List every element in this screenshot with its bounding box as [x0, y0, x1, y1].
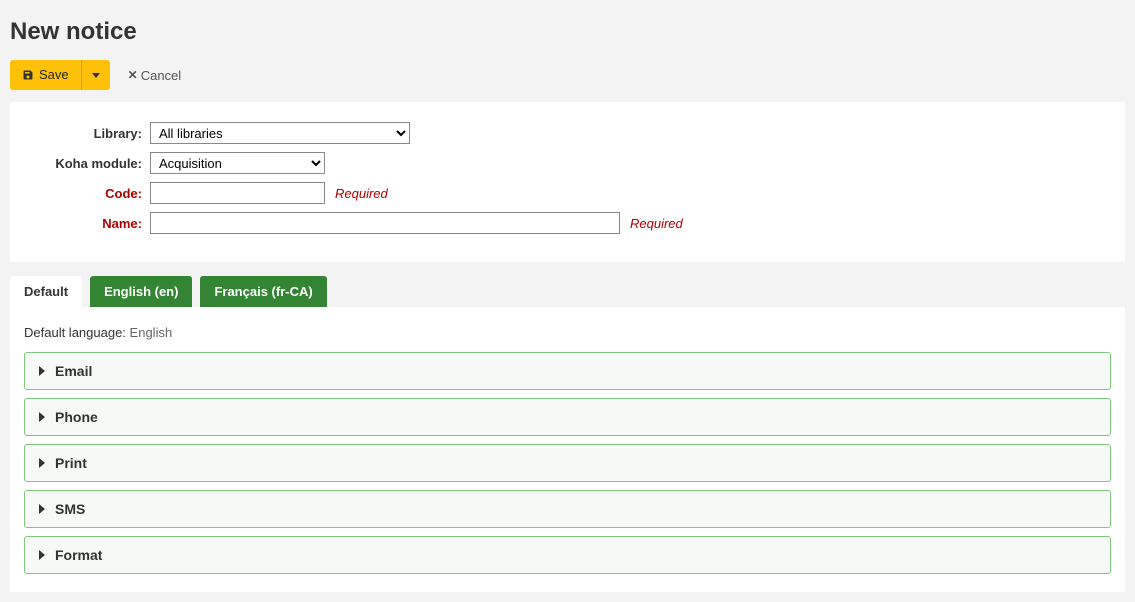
- code-required-text: Required: [335, 186, 388, 201]
- save-button-group: Save: [10, 60, 110, 90]
- name-required-text: Required: [630, 216, 683, 231]
- default-language-value: English: [130, 325, 173, 340]
- caret-right-icon: [39, 412, 45, 422]
- default-language-line: Default language: English: [24, 325, 1111, 340]
- tab-default[interactable]: Default: [10, 276, 82, 307]
- close-icon: ✕: [128, 68, 138, 82]
- save-dropdown-toggle[interactable]: [81, 60, 110, 90]
- save-button-label: Save: [39, 66, 69, 84]
- cancel-button-label: Cancel: [141, 68, 181, 83]
- save-button[interactable]: Save: [10, 60, 81, 90]
- section-title: Print: [55, 455, 87, 471]
- tab-english[interactable]: English (en): [90, 276, 192, 307]
- default-language-label: Default language:: [24, 325, 126, 340]
- section-email[interactable]: Email: [24, 352, 1111, 390]
- code-label: Code:: [30, 186, 150, 201]
- library-label: Library:: [30, 126, 150, 141]
- cancel-button[interactable]: ✕ Cancel: [120, 62, 190, 89]
- page-title: New notice: [10, 18, 1125, 46]
- section-print[interactable]: Print: [24, 444, 1111, 482]
- caret-right-icon: [39, 458, 45, 468]
- section-sms[interactable]: SMS: [24, 490, 1111, 528]
- section-title: SMS: [55, 501, 85, 517]
- library-select[interactable]: All libraries: [150, 122, 410, 144]
- caret-right-icon: [39, 366, 45, 376]
- caret-down-icon: [92, 73, 100, 78]
- code-input[interactable]: [150, 182, 325, 204]
- language-tabs: Default English (en) Français (fr-CA): [10, 276, 1125, 307]
- section-title: Email: [55, 363, 92, 379]
- section-title: Phone: [55, 409, 98, 425]
- section-phone[interactable]: Phone: [24, 398, 1111, 436]
- caret-right-icon: [39, 504, 45, 514]
- toolbar: Save ✕ Cancel: [10, 60, 1125, 90]
- form-panel: Library: All libraries Koha module: Acqu…: [10, 102, 1125, 262]
- name-input[interactable]: [150, 212, 620, 234]
- tab-francais[interactable]: Français (fr-CA): [200, 276, 326, 307]
- save-icon: [22, 69, 34, 81]
- section-format[interactable]: Format: [24, 536, 1111, 574]
- tab-panel-default: Default language: English Email Phone Pr…: [10, 307, 1125, 592]
- section-title: Format: [55, 547, 102, 563]
- module-select[interactable]: Acquisition: [150, 152, 325, 174]
- caret-right-icon: [39, 550, 45, 560]
- name-label: Name:: [30, 216, 150, 231]
- module-label: Koha module:: [30, 156, 150, 171]
